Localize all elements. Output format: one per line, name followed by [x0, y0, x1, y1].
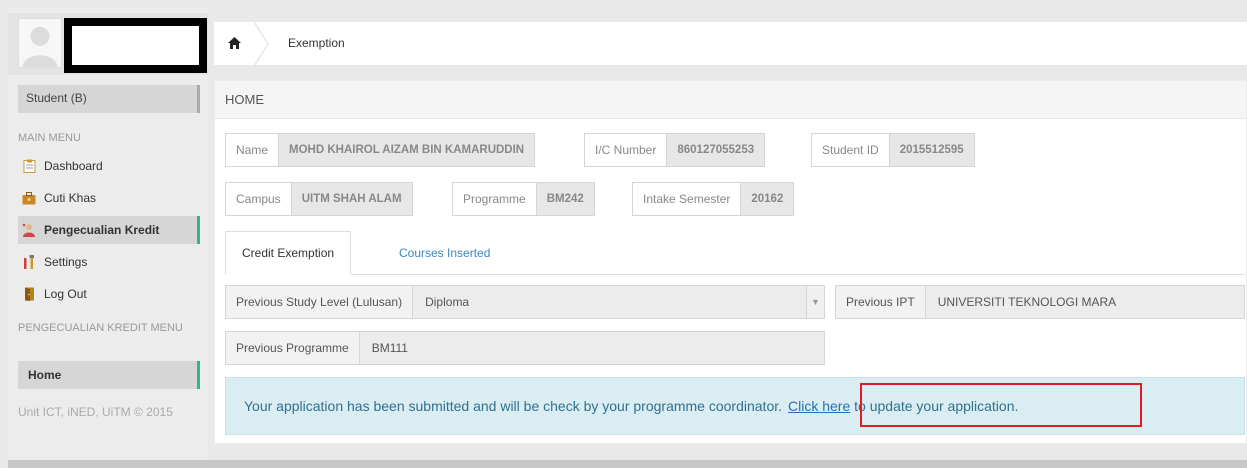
previous-programme-field: Previous Programme BM111: [225, 331, 825, 365]
sidebar-item-home[interactable]: Home: [18, 361, 200, 389]
sidebar-item-label: Cuti Khas: [44, 191, 97, 205]
previous-ipt-value: UNIVERSITI TEKNOLOGI MARA: [937, 295, 1117, 309]
breadcrumb-current: Exemption: [288, 36, 345, 50]
breadcrumb-home[interactable]: [214, 22, 254, 66]
name-field: Name MOHD KHAIROL AIZAM BIN KAMARUDDIN: [225, 133, 536, 167]
sidebar-item-label: Settings: [44, 255, 88, 269]
alert-message: Your application has been submitted and …: [244, 398, 783, 414]
user-role: Student (B): [18, 85, 200, 113]
redacted-username: [64, 18, 207, 73]
door-icon: [22, 287, 36, 301]
person-icon: [22, 223, 36, 237]
alert-suffix: to update your application.: [850, 398, 1019, 414]
campus-field: Campus UITM SHAH ALAM: [225, 182, 413, 216]
programme-label: Programme: [463, 192, 526, 206]
intake-semester-label: Intake Semester: [643, 192, 731, 206]
sidebar-item-label: Pengecualian Kredit: [44, 223, 160, 237]
sidebar-item-pengecualian-kredit[interactable]: Pengecualian Kredit: [18, 216, 200, 244]
sub-menu-heading: PENGECUALIAN KREDIT MENU: [18, 322, 183, 334]
name-label: Name: [236, 143, 269, 157]
previous-ipt-label: Previous IPT: [836, 286, 926, 318]
campus-value: UITM SHAH ALAM: [290, 183, 412, 215]
window-bottom-edge: [8, 460, 1247, 468]
sidebar-item-label: Home: [28, 368, 62, 382]
main-menu-heading: MAIN MENU: [18, 132, 81, 144]
previous-study-level-value: Diploma: [425, 295, 470, 309]
previous-study-level-select[interactable]: Previous Study Level (Lulusan) Diploma ▼: [225, 285, 825, 319]
update-application-link[interactable]: Click here: [788, 398, 850, 414]
user-silhouette-icon: [19, 19, 61, 67]
chevron-down-icon[interactable]: ▼: [806, 286, 824, 318]
panel-title: HOME: [215, 81, 1246, 119]
intake-semester-field: Intake Semester 20162: [632, 182, 795, 216]
sidebar-item-log-out[interactable]: Log Out: [18, 280, 200, 308]
breadcrumb-separator: [254, 22, 269, 66]
previous-programme-value: BM111: [371, 341, 408, 355]
briefcase-icon: [22, 191, 36, 205]
tab-courses-inserted[interactable]: Courses Inserted: [383, 231, 506, 275]
intake-semester-value: 20162: [740, 183, 794, 215]
ic-number-field: I/C Number 860127055253: [584, 133, 766, 167]
sidebar-item-cuti-khas[interactable]: Cuti Khas: [18, 184, 200, 212]
sidebar-item-label: Dashboard: [44, 159, 103, 173]
tab-credit-exemption[interactable]: Credit Exemption: [225, 231, 352, 275]
previous-programme-label: Previous Programme: [226, 332, 360, 364]
status-alert: Your application has been submitted and …: [225, 377, 1245, 435]
previous-study-level-label: Previous Study Level (Lulusan): [226, 286, 414, 318]
breadcrumb: Exemption: [214, 22, 1247, 66]
sidebar-item-dashboard[interactable]: Dashboard: [18, 152, 200, 180]
student-id-label: Student ID: [822, 143, 879, 157]
ic-number-label: I/C Number: [595, 143, 657, 157]
programme-field: Programme BM242: [452, 182, 595, 216]
sidebar-item-label: Log Out: [44, 287, 87, 301]
sidebar-footer: Unit ICT, iNED, UiTM © 2015: [18, 405, 173, 419]
sidebar-item-settings[interactable]: Settings: [18, 248, 200, 276]
home-icon: [227, 36, 241, 52]
avatar[interactable]: [18, 18, 62, 68]
programme-value: BM242: [535, 183, 594, 215]
name-value: MOHD KHAIROL AIZAM BIN KAMARUDDIN: [278, 134, 535, 166]
clipboard-icon: [22, 159, 36, 173]
main-panel: HOME Name MOHD KHAIROL AIZAM BIN KAMARUD…: [214, 80, 1247, 444]
previous-ipt-field: Previous IPT UNIVERSITI TEKNOLOGI MARA: [835, 285, 1245, 319]
ic-number-value: 860127055253: [666, 134, 765, 166]
tab-bar: Credit Exemption Courses Inserted: [225, 229, 1245, 275]
campus-label: Campus: [236, 192, 281, 206]
student-id-field: Student ID 2015512595: [811, 133, 975, 167]
student-id-value: 2015512595: [888, 134, 974, 166]
tools-icon: [22, 255, 36, 269]
